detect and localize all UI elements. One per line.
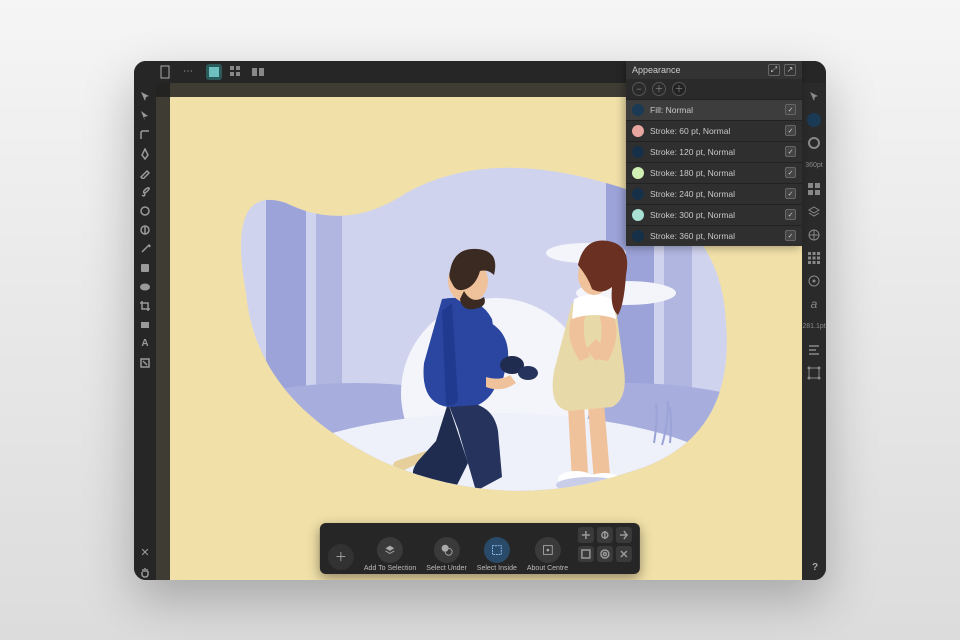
appearance-header: Appearance ⤢ ↗ [626,61,802,79]
crop-tool-icon[interactable] [137,298,153,314]
appearance-row[interactable]: Stroke: 300 pt, Normal ✓ [626,204,802,225]
pen-tool-icon[interactable] [137,146,153,162]
swatch-icon [632,230,644,242]
ctx-transform-grid [578,527,632,572]
appearance-row-label: Stroke: 180 pt, Normal [650,168,779,178]
appearance-row[interactable]: Stroke: 120 pt, Normal ✓ [626,141,802,162]
appearance-row-label: Stroke: 300 pt, Normal [650,210,779,220]
appearance-row[interactable]: Stroke: 360 pt, Normal ✓ [626,225,802,246]
transparency-tool-icon[interactable] [137,222,153,238]
grid-btn-3[interactable] [616,527,632,543]
grid-btn-1[interactable] [578,527,594,543]
rectangle-tool-icon[interactable] [137,317,153,333]
grid-btn-5[interactable] [597,546,613,562]
swatch-icon [632,209,644,221]
node-tool-icon[interactable] [137,108,153,124]
layers-studio-icon[interactable] [806,204,822,220]
move-tool-icon[interactable] [137,89,153,105]
transform-studio-icon[interactable] [806,365,822,381]
text-studio-icon[interactable]: a [806,296,822,312]
visibility-checkbox[interactable]: ✓ [785,188,796,199]
swatch-icon [632,125,644,137]
swatch-icon [632,104,644,116]
inside-icon [484,537,510,563]
right-studio-bar: 360pt a 281.1pt [802,83,826,580]
pointer-studio-icon[interactable] [806,89,822,105]
under-icon [434,537,460,563]
swatch-icon [632,146,644,158]
app-window: ⋯ A ✕ 360pt [134,61,826,580]
visibility-checkbox[interactable]: ✓ [785,104,796,115]
char-studio-icon[interactable]: 281.1pt [806,319,822,335]
left-toolbar: A ✕ [134,83,156,580]
adjust-studio-icon[interactable] [806,227,822,243]
add-dark-op-icon[interactable]: ＋ [672,82,686,96]
color-studio-icon[interactable] [806,112,822,128]
appearance-row-label: Stroke: 360 pt, Normal [650,231,779,241]
persona-pixel-icon[interactable] [228,64,244,80]
grid-btn-6[interactable] [616,546,632,562]
ctx-add-selection[interactable]: Add To Selection [364,537,416,572]
more-icon[interactable]: ⋯ [180,64,196,80]
text-tool-icon[interactable]: A [137,336,153,352]
swatch-icon [632,188,644,200]
ellipse-tool-icon[interactable] [137,279,153,295]
grid-btn-2[interactable] [597,527,613,543]
appearance-panel: Appearance ⤢ ↗ − ＋ ＋ Fill: Normal✓Stroke… [626,61,802,246]
appearance-title: Appearance [632,65,681,75]
swatch-icon [632,167,644,179]
hand-tool-icon[interactable] [137,564,153,580]
appearance-row[interactable]: Stroke: 60 pt, Normal ✓ [626,120,802,141]
plus-icon: ＋ [328,544,354,570]
ctx-select-under[interactable]: Select Under [426,537,466,572]
ctx-about-centre[interactable]: About Centre [527,537,568,572]
appearance-row-label: Stroke: 240 pt, Normal [650,189,779,199]
appearance-ops: − ＋ ＋ [626,79,802,99]
close-tool-icon[interactable]: ✕ [137,545,153,561]
appearance-row-label: Fill: Normal [650,105,779,115]
ruler-left [156,83,170,580]
ctx-select-inside[interactable]: Select Inside [477,537,517,572]
document-menu-icon[interactable] [158,64,174,80]
appearance-row-label: Stroke: 60 pt, Normal [650,126,779,136]
stroke-studio-icon[interactable] [806,135,822,151]
visibility-checkbox[interactable]: ✓ [785,125,796,136]
appearance-row[interactable]: Stroke: 240 pt, Normal ✓ [626,183,802,204]
fill-tool-icon[interactable] [137,203,153,219]
picker-tool-icon[interactable] [137,241,153,257]
layers-icon [377,537,403,563]
persona-export-icon[interactable] [250,64,266,80]
align-studio-icon[interactable] [806,342,822,358]
add-op-icon[interactable]: ＋ [652,82,666,96]
centre-icon [534,537,560,563]
help-icon[interactable]: ? [808,562,822,576]
grid-btn-4[interactable] [578,546,594,562]
visibility-checkbox[interactable]: ✓ [785,230,796,241]
context-toolbar: ＋ Add To Selection Select Under Select I… [320,523,640,574]
corner-tool-icon[interactable] [137,127,153,143]
swatches-studio-icon[interactable] [806,181,822,197]
navigator-studio-icon[interactable] [806,273,822,289]
vector-crop-icon[interactable] [137,355,153,371]
visibility-checkbox[interactable]: ✓ [785,209,796,220]
shape-tool-icon[interactable] [137,260,153,276]
persona-designer-icon[interactable] [206,64,222,80]
angle-studio-icon[interactable]: 360pt [806,158,822,174]
appearance-row-label: Stroke: 120 pt, Normal [650,147,779,157]
remove-op-icon[interactable]: − [632,82,646,96]
visibility-checkbox[interactable]: ✓ [785,167,796,178]
ctx-add[interactable]: ＋ [328,544,354,572]
brush-tool-icon[interactable] [137,184,153,200]
appearance-row[interactable]: Fill: Normal ✓ [626,99,802,120]
panel-expand-icon[interactable]: ⤢ [768,64,780,76]
appearance-row[interactable]: Stroke: 180 pt, Normal ✓ [626,162,802,183]
pencil-tool-icon[interactable] [137,165,153,181]
visibility-checkbox[interactable]: ✓ [785,146,796,157]
panel-pop-icon[interactable]: ↗ [784,64,796,76]
grid-studio-icon[interactable] [806,250,822,266]
